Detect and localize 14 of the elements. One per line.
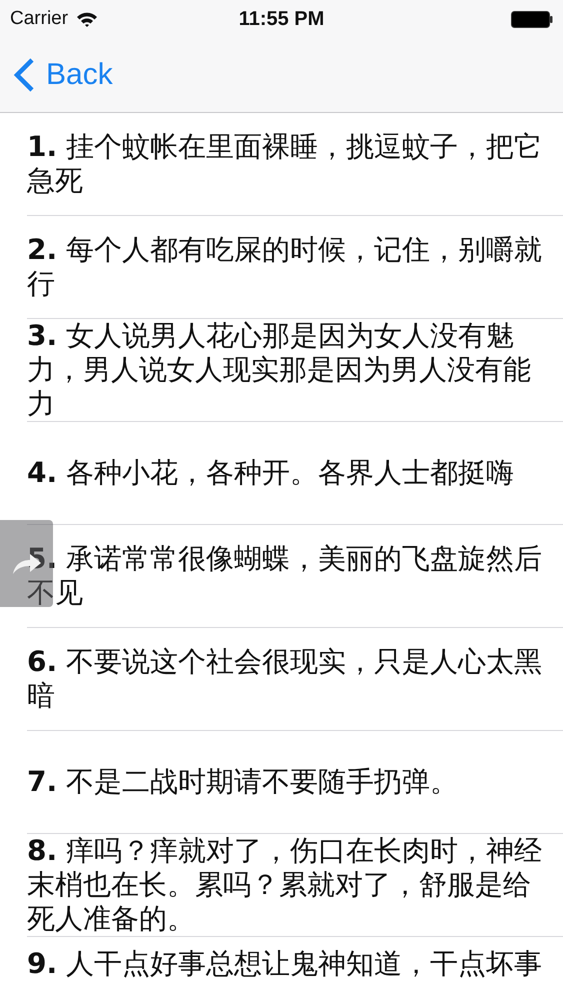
battery-icon [511,10,553,28]
back-button[interactable]: Back [12,57,113,93]
chevron-left-icon [12,57,36,93]
joke-text: 1. 挂个蚊帐在里面裸睡，挑逗蚊子，把它急死 [27,130,543,198]
joke-text: 2. 每个人都有吃屎的时候，记住，别嚼就行 [27,233,543,301]
joke-text: 3. 女人说男人花心那是因为女人没有魅力，男人说女人现实那是因为男人没有能力 [27,319,532,421]
joke-text: 8. 痒吗？痒就对了，伤口在长肉时，神经末梢也在长。累吗？累就对了，舒服是给死人准备的。 [27,834,543,936]
wifi-icon [76,11,98,27]
joke-text: 4. 各种小花，各种开。各界人士都挺嗨 [27,456,514,490]
clock-time: 11:55 PM [238,8,324,30]
carrier-label: Carrier [10,8,68,30]
joke-text: 7. 不是二战时期请不要随手扔弹。 [27,765,458,799]
joke-text: 9. 人干点好事总想让鬼神知道，干点坏事 [27,947,542,981]
joke-text: 6. 不要说这个社会很现实，只是人心太黑暗 [27,645,543,713]
